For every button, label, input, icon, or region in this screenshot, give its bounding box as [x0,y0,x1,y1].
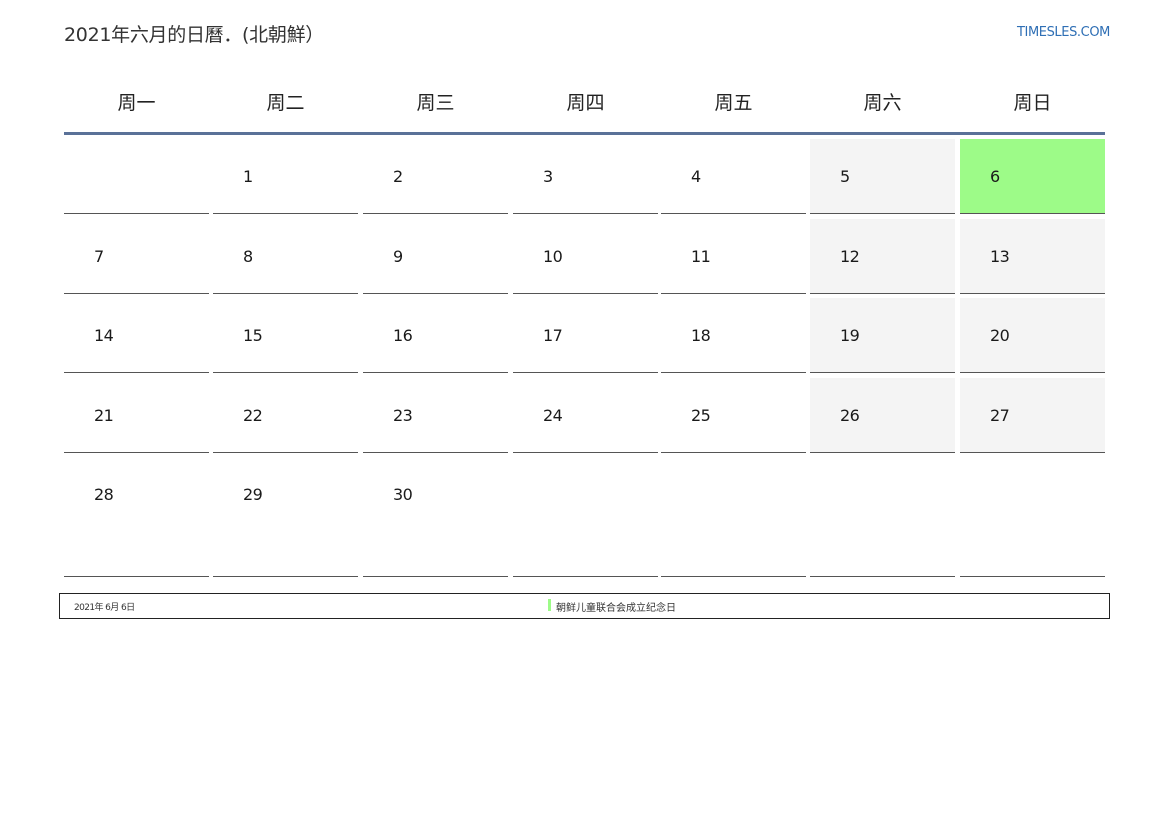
day-cell[interactable]: 14 [64,298,209,373]
day-number: 6 [990,167,1000,186]
empty-day-cell [513,457,658,577]
day-cell[interactable]: 12 [810,219,955,294]
day-number: 12 [840,247,860,266]
empty-day-cell [960,457,1105,577]
day-number: 8 [243,247,253,266]
empty-day-cell [810,457,955,577]
day-number: 18 [691,326,711,345]
weekday-label: 周日 [1013,92,1052,114]
day-number: 5 [840,167,850,186]
day-number: 19 [840,326,860,345]
day-cell[interactable]: 4 [661,139,806,214]
day-cell[interactable]: 30 [363,457,508,577]
day-cell[interactable]: 11 [661,219,806,294]
day-cell[interactable]: 3 [513,139,658,214]
day-cell[interactable]: 15 [213,298,358,373]
day-number: 14 [94,326,114,345]
day-cell[interactable]: 13 [960,219,1105,294]
day-cell[interactable]: 9 [363,219,508,294]
day-cell[interactable]: 20 [960,298,1105,373]
holiday-name: 朝鲜儿童联合会成立纪念日 [556,603,676,614]
day-number: 29 [243,485,263,504]
holiday-color-marker [548,599,551,611]
day-cell[interactable]: 29 [213,457,358,577]
day-cell[interactable]: 21 [64,378,209,453]
day-number: 28 [94,485,114,504]
day-number: 2 [393,167,403,186]
day-cell[interactable]: 7 [64,219,209,294]
day-cell[interactable]: 27 [960,378,1105,453]
page-title: 2021年六月的日曆．(北朝鮮） [64,24,324,46]
day-cell[interactable]: 19 [810,298,955,373]
day-number: 7 [94,247,104,266]
weekday-label: 周四 [566,92,605,114]
day-number: 13 [990,247,1010,266]
day-number: 30 [393,485,413,504]
day-cell[interactable]: 23 [363,378,508,453]
day-cell[interactable]: 8 [213,219,358,294]
day-number: 26 [840,406,860,425]
day-number: 10 [543,247,563,266]
day-number: 22 [243,406,263,425]
day-number: 17 [543,326,563,345]
empty-day-cell [661,457,806,577]
weekday-label: 周一 [117,92,156,114]
day-cell[interactable]: 25 [661,378,806,453]
day-cell[interactable]: 16 [363,298,508,373]
day-number: 20 [990,326,1010,345]
weekday-label: 周六 [863,92,902,114]
day-number: 11 [691,247,711,266]
day-number: 3 [543,167,553,186]
empty-day-cell [64,139,209,214]
weekday-label: 周五 [714,92,753,114]
weekday-label: 周二 [266,92,305,114]
day-cell[interactable]: 26 [810,378,955,453]
day-number: 25 [691,406,711,425]
day-number: 27 [990,406,1010,425]
day-number: 9 [393,247,403,266]
site-link[interactable]: TIMESLES.COM [1017,25,1110,40]
day-cell[interactable]: 1 [213,139,358,214]
day-cell[interactable]: 18 [661,298,806,373]
weekday-header-row: 周一 周二 周三 周四 周五 周六 周日 [64,68,1105,135]
holiday-list: 2021年 6月 6日 朝鲜儿童联合会成立纪念日 [59,593,1110,619]
day-number: 15 [243,326,263,345]
weekday-label: 周三 [416,92,455,114]
day-number: 21 [94,406,114,425]
day-number: 16 [393,326,413,345]
day-cell[interactable]: 6 [960,139,1105,214]
day-cell[interactable]: 10 [513,219,658,294]
day-cell[interactable]: 5 [810,139,955,214]
day-cell[interactable]: 28 [64,457,209,577]
day-cell[interactable]: 17 [513,298,658,373]
day-number: 1 [243,167,253,186]
day-number: 23 [393,406,413,425]
day-number: 24 [543,406,563,425]
day-cell[interactable]: 22 [213,378,358,453]
day-number: 4 [691,167,701,186]
day-cell[interactable]: 2 [363,139,508,214]
holiday-date: 2021年 6月 6日 [74,603,135,613]
day-cell[interactable]: 24 [513,378,658,453]
